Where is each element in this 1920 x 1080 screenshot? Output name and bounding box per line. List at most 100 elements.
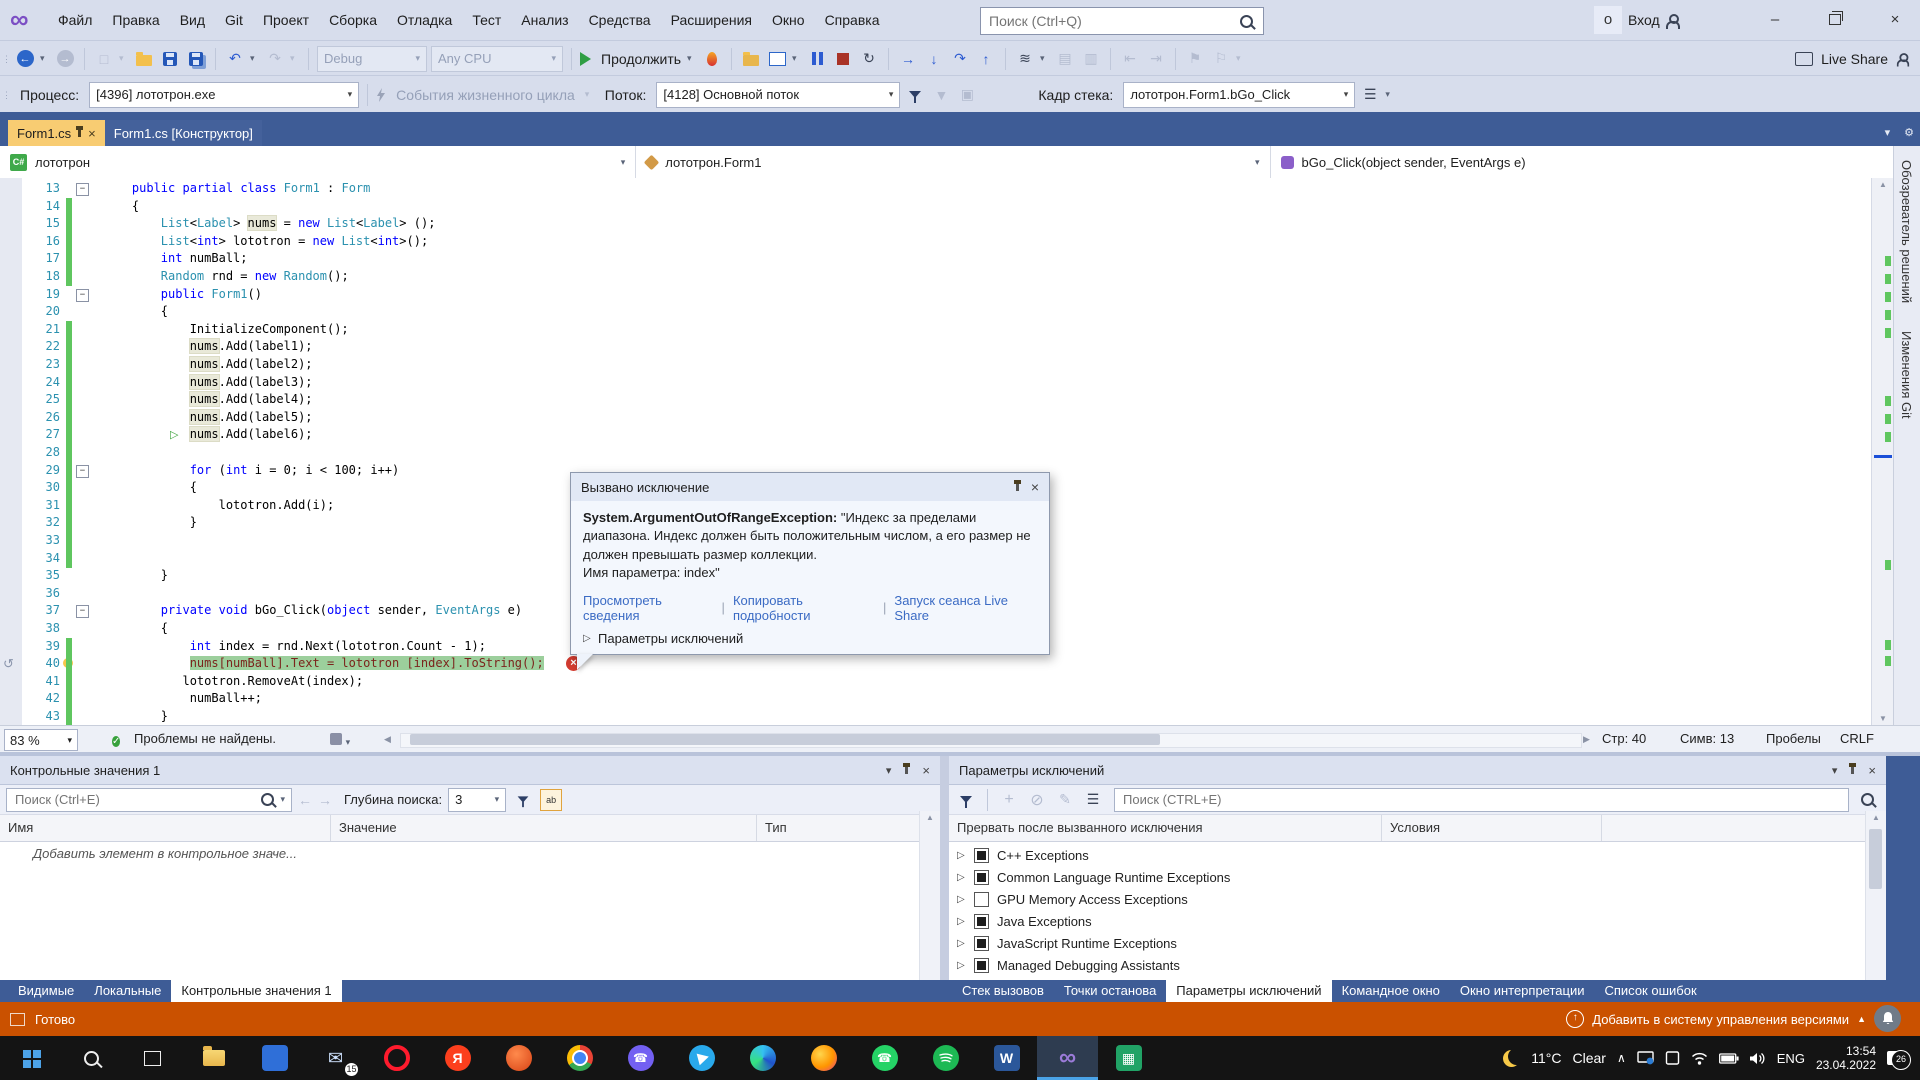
exception-checkbox[interactable] xyxy=(974,914,989,929)
watch-tab[interactable]: Локальные xyxy=(84,980,171,1002)
taskbar-button-opera[interactable] xyxy=(366,1036,427,1080)
redo-button[interactable]: ↷ xyxy=(264,48,286,70)
flag-threads-button[interactable]: ▼ xyxy=(930,84,952,106)
code-text[interactable]: int numBall; xyxy=(103,250,248,268)
keyboard-language[interactable]: ENG xyxy=(1777,1051,1805,1066)
restore-defaults-button[interactable]: ☰ xyxy=(1082,789,1104,811)
uncomment-button[interactable]: ▥ xyxy=(1080,48,1102,70)
exception-search[interactable] xyxy=(1114,788,1849,812)
weather-condition[interactable]: Clear xyxy=(1573,1050,1606,1066)
code-text[interactable]: int index = rnd.Next(lototron.Count - 1)… xyxy=(103,638,486,656)
scroll-thumb[interactable] xyxy=(1869,829,1882,889)
expander-icon[interactable]: ▷ xyxy=(957,872,966,883)
expander-icon[interactable]: ▷ xyxy=(957,960,966,971)
tablet-mode-icon[interactable] xyxy=(1665,1051,1680,1065)
code-line[interactable]: 13− public partial class Form1 : Form xyxy=(0,180,1871,198)
watch-column-0[interactable]: Имя xyxy=(0,815,336,841)
sign-in-button[interactable]: Вход xyxy=(1618,0,1690,40)
line-number[interactable]: 31 xyxy=(18,497,60,515)
line-ending-ind[interactable]: CRLF xyxy=(1840,726,1874,752)
exception-search-input[interactable] xyxy=(1121,791,1842,808)
undo-button[interactable]: ↶ xyxy=(224,48,246,70)
code-line[interactable]: 16 List<int> lototron = new List<int>(); xyxy=(0,233,1871,251)
show-hidden-icons-button[interactable]: ∧ xyxy=(1617,1051,1626,1065)
exception-row[interactable]: ▷Java Exceptions xyxy=(949,910,1866,932)
zoom-select[interactable]: 83 %▾ xyxy=(4,729,78,751)
feedback-icon[interactable] xyxy=(1897,59,1910,66)
watch-tab[interactable]: Контрольные значения 1 xyxy=(171,980,341,1002)
taskbar-button-viber[interactable]: ☎ xyxy=(610,1036,671,1080)
debug-tab[interactable]: Список ошибок xyxy=(1594,980,1706,1002)
volume-icon[interactable] xyxy=(1750,1052,1766,1065)
line-number[interactable]: 29 xyxy=(18,462,60,480)
watch-scrollbar[interactable]: ▲ xyxy=(919,811,940,980)
search-options-dropdown[interactable]: ▾ xyxy=(280,794,285,805)
pin-icon[interactable] xyxy=(905,766,908,774)
taskbar-button-spotify[interactable] xyxy=(915,1036,976,1080)
line-number[interactable]: 25 xyxy=(18,391,60,409)
debug-tab[interactable]: Параметры исключений xyxy=(1166,980,1331,1002)
line-number[interactable]: 22 xyxy=(18,338,60,356)
close-icon[interactable]: × xyxy=(1031,479,1039,495)
code-text[interactable]: nums.Add(label5); xyxy=(103,409,313,427)
line-number[interactable]: 37 xyxy=(18,602,60,620)
menu-item-сборка[interactable]: Сборка xyxy=(319,0,387,40)
toolbar-options-dropdown[interactable]: ▾ xyxy=(1385,89,1395,100)
code-text[interactable]: public partial class Form1 : Form xyxy=(103,180,370,198)
code-text[interactable]: { xyxy=(103,620,168,638)
watch-add-row[interactable]: Добавить элемент в контрольное значе... xyxy=(0,842,940,861)
code-text[interactable]: nums.Add(label6); xyxy=(103,426,313,444)
exception-row[interactable]: ▷JavaScript Runtime Exceptions xyxy=(949,932,1866,954)
indent-increase-button[interactable]: ⇥ xyxy=(1145,48,1167,70)
close-icon[interactable]: × xyxy=(922,763,930,778)
close-icon[interactable]: × xyxy=(1868,763,1876,778)
exception-settings-expander[interactable]: ▷ Параметры исключений xyxy=(571,629,1049,654)
menu-item-правка[interactable]: Правка xyxy=(102,0,169,40)
pin-icon[interactable] xyxy=(1016,483,1019,491)
step-backward-icon[interactable]: ↺ xyxy=(3,656,14,672)
restart-button[interactable]: ↻ xyxy=(858,48,880,70)
menu-item-git[interactable]: Git xyxy=(215,0,253,40)
line-number[interactable]: 19 xyxy=(18,286,60,304)
watch-column-1[interactable]: Значение xyxy=(330,815,763,841)
scroll-up-icon[interactable]: ▲ xyxy=(1872,180,1894,189)
taskbar-button-file-explorer[interactable] xyxy=(183,1036,244,1080)
show-all-windows-button[interactable] xyxy=(766,48,788,70)
fold-collapse-icon[interactable]: − xyxy=(76,289,89,302)
menu-item-отладка[interactable]: Отладка xyxy=(387,0,462,40)
search-icon[interactable] xyxy=(1861,793,1874,806)
lifecycle-dropdown[interactable]: ▾ xyxy=(585,89,595,100)
line-number[interactable]: 28 xyxy=(18,444,60,462)
minimize-button[interactable]: – xyxy=(1752,0,1798,40)
line-number[interactable]: 41 xyxy=(18,673,60,691)
pin-icon[interactable] xyxy=(78,129,81,137)
code-cleanup-button[interactable]: ▾ xyxy=(330,733,350,748)
close-icon[interactable]: × xyxy=(88,126,96,141)
window-layout-icon[interactable]: ⚙ xyxy=(1904,126,1914,139)
exception-statement[interactable]: nums[numBall].Text = lototron [index].To… xyxy=(190,656,544,670)
line-number[interactable]: 32 xyxy=(18,514,60,532)
step-over-button[interactable]: ↷ xyxy=(949,48,971,70)
exception-row[interactable]: ▷C++ Exceptions xyxy=(949,844,1866,866)
solution-configurations-select[interactable]: Debug▾ xyxy=(317,46,427,72)
quick-search-input[interactable] xyxy=(981,13,1240,29)
edit-conditions-button[interactable]: ✎ xyxy=(1054,789,1076,811)
redo-dropdown[interactable]: ▾ xyxy=(290,53,300,64)
panel-splitter[interactable] xyxy=(940,756,949,1002)
line-number[interactable]: 26 xyxy=(18,409,60,427)
window-position-dropdown[interactable]: ▾ xyxy=(1832,764,1838,777)
code-text[interactable]: } xyxy=(103,708,168,725)
step-out-button[interactable]: ↑ xyxy=(975,48,997,70)
pin-icon[interactable] xyxy=(1851,766,1854,774)
hot-reload-button[interactable] xyxy=(701,48,723,70)
code-text[interactable]: nums.Add(label2); xyxy=(103,356,313,374)
watch-search-input[interactable] xyxy=(13,791,255,808)
code-line[interactable]: 43 } xyxy=(0,708,1871,725)
project-dropdown[interactable]: C# лототрон ▾ xyxy=(0,146,636,178)
scroll-down-icon[interactable]: ▼ xyxy=(1872,714,1894,723)
taskbar-button-green-app[interactable]: ▦ xyxy=(1098,1036,1159,1080)
code-text[interactable]: lototron.RemoveAt(index); xyxy=(103,673,363,691)
bookmark-button[interactable]: ⚑ xyxy=(1184,48,1206,70)
new-project-button[interactable]: □ xyxy=(93,48,115,70)
notifications-bell-button[interactable] xyxy=(1874,1005,1901,1032)
